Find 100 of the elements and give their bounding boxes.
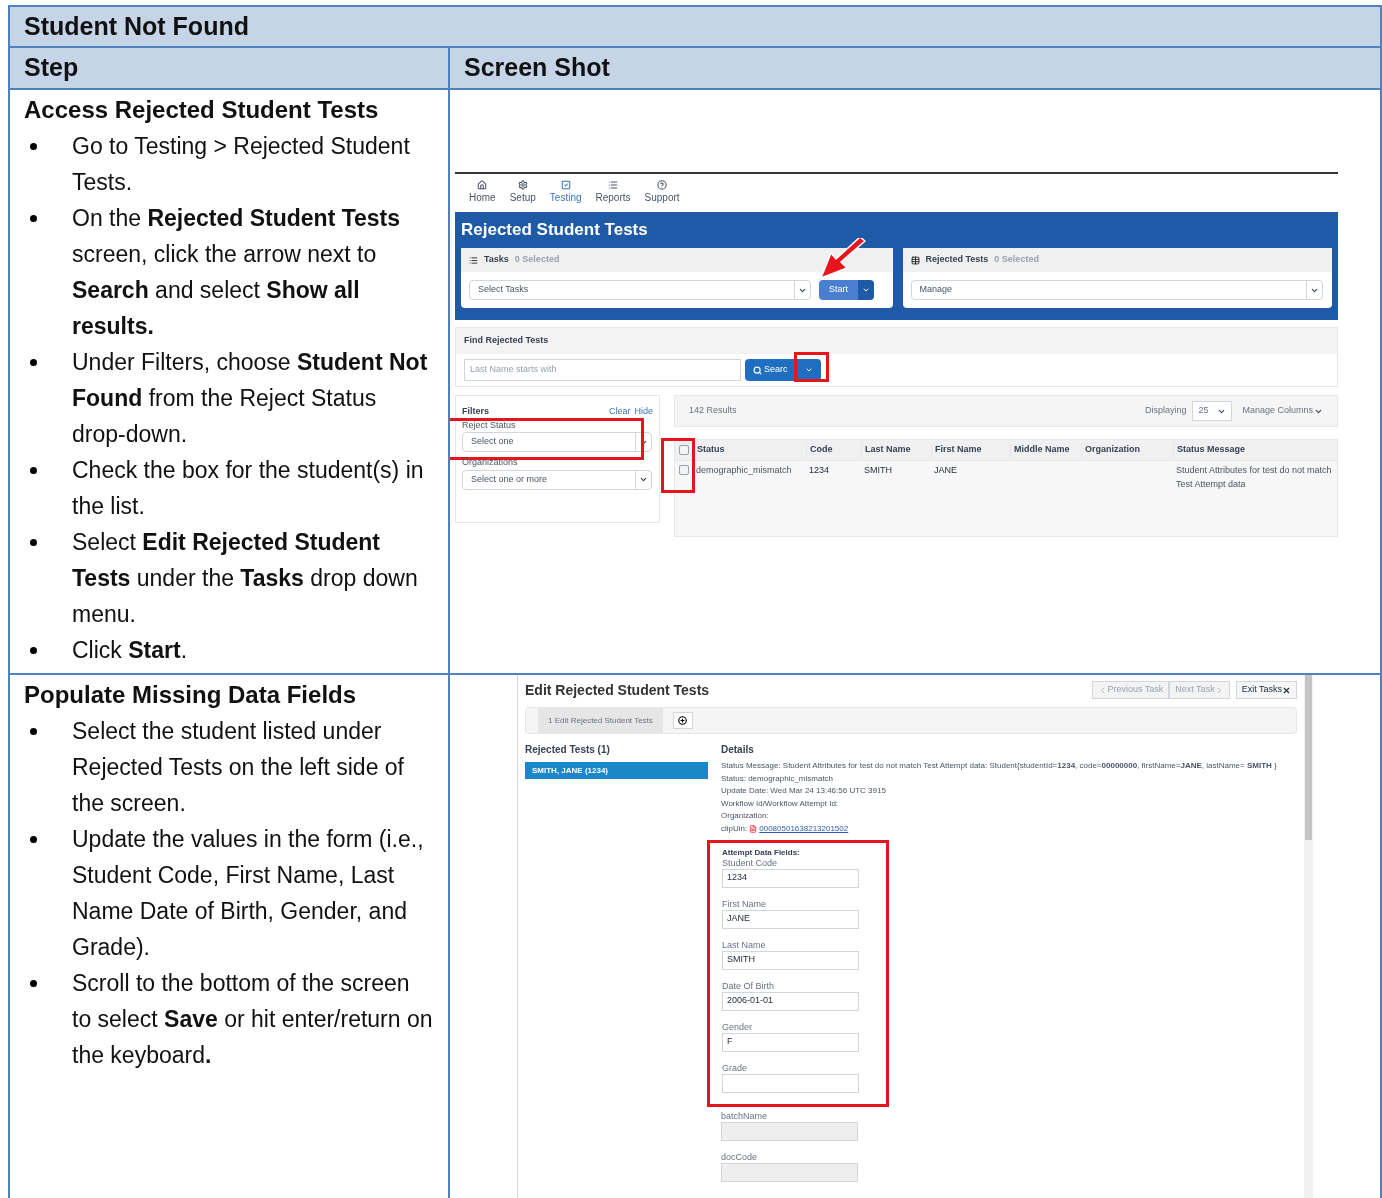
link[interactable]: Hide [634,405,653,419]
step-heading: Access Rejected Student Tests [24,95,380,125]
table-cell-text: SMITH [863,464,893,477]
field-label: docCode [721,1151,759,1163]
checkbox-icon [560,179,571,190]
selected-count: 0 Selected [994,253,1039,267]
search-button[interactable]: Searc [745,359,797,381]
home-icon [477,179,488,190]
caret-icon [862,286,870,294]
bullet-icon [30,467,37,474]
plus-icon [678,716,688,725]
bullet-icon [30,728,37,735]
checkbox[interactable] [679,465,689,475]
bullet-icon [30,143,37,150]
page-size-select[interactable]: 25 [1192,401,1233,421]
field-label: Date Of Birth [722,980,776,992]
details-title: Details [721,743,755,757]
step-text: On the Rejected Student Tests screen, click the arrow next to Search and select Show all results. [72,204,402,341]
bullet-icon [30,359,37,366]
start-button[interactable]: Start [819,280,858,300]
nav-tab[interactable]: Reports [595,179,631,205]
field-label: Last Name [722,939,767,951]
nav-tab[interactable]: Setup [509,179,536,205]
table-cell-text: JANE [933,464,958,477]
select-field[interactable]: Select one [462,432,652,452]
step-heading: Populate Missing Data Fields [24,680,358,710]
nav-tab[interactable]: Home [469,179,496,205]
help-icon [657,179,668,190]
column-header: First Name [931,443,1010,457]
detail-line: Organization: [721,810,770,822]
bullet-icon [30,836,37,843]
step-text: Select the student listed under Rejected Tests on the left side of the screen. [72,717,405,818]
page-title: Rejected Student Tests [461,219,649,241]
column-header: Organization [1081,443,1173,457]
input-field[interactable] [722,1073,859,1093]
column-header: Step [24,52,79,84]
close-icon [1282,685,1291,695]
input-field[interactable]: F [722,1032,859,1052]
panel-title: Tasks [484,253,509,267]
highlight-box [661,438,695,493]
input-field[interactable]: 2006-01-01 [722,991,859,1011]
list-icon [608,179,618,190]
field-label: Gender [722,1021,754,1033]
list-item[interactable]: SMITH, JANE (1234) [525,762,708,779]
field-label: Organizations [462,456,519,469]
link[interactable]: Clear [608,405,631,419]
gear-icon [517,179,528,190]
tab[interactable]: 1 Edit Rejected Student Tests [538,708,663,733]
bullet-icon [30,539,37,546]
input-field[interactable]: JANE [722,909,859,929]
step-text: Click Start. [72,636,188,665]
select-field[interactable]: Select Tasks [469,280,811,300]
column-header: Status Message [1173,443,1337,457]
field-label: First Name [722,898,767,910]
checkbox[interactable] [679,445,689,455]
column-header: Status [693,443,806,457]
table-cell-text: demographic_mismatch [695,464,793,477]
table-cell-text: Student Attributes for test do not match Test Attempt data [1175,464,1333,491]
displaying-label: Displaying [1144,404,1187,418]
step-text: Scroll to the bottom of the screen to select Save or hit enter/return on the keyboard. [72,969,434,1070]
caret-icon [639,475,648,484]
column-header: Last Name [861,443,931,457]
exit-button[interactable]: Exit Tasks [1235,681,1297,699]
nav-tab[interactable]: Testing [549,179,582,205]
step-text: Go to Testing > Rejected Student Tests. [72,132,411,197]
field-label: batchName [721,1110,769,1122]
bullet-icon [30,215,37,222]
filters-title: Filters [462,405,489,418]
step-text: Select Edit Rejected Student Tests under the Tasks drop down menu. [72,528,419,629]
table-cell-text: 1234 [808,464,831,477]
caret-icon [805,366,813,374]
add-tab-button[interactable] [672,712,693,729]
step-text: Under Filters, choose Student Not Found from the Reject Status drop-down. [72,348,429,449]
manage-columns-button[interactable]: Manage Columns [1242,404,1323,418]
selected-count: 0 Selected [514,253,560,267]
field-label: Student Code [722,857,779,869]
select-field[interactable]: Manage [910,280,1323,300]
input-field[interactable]: 1234 [722,868,859,888]
clip-link[interactable]: 00080501638213201502 [759,822,849,835]
bullet-icon [30,980,37,987]
detail-line: Update Date: Wed Mar 24 13:46:56 UTC 3915 [721,785,887,797]
list-title: Rejected Tests (1) [525,743,611,757]
detail-line: Workflow Id/Workflow Attempt Id: [721,797,840,810]
step-text: Update the values in the form (i.e., Student Code, First Name, Last Name Date of Birth, Gender, and Grade). [72,825,425,962]
panel-title: Rejected Tests [925,253,989,267]
select-field[interactable]: Select one or more [462,469,652,490]
column-header: Code [806,443,861,457]
field-label: Reject Status [462,418,517,432]
field-label: Grade [722,1062,748,1074]
table-icon [910,255,920,265]
highlight-box [794,352,829,382]
input-field[interactable]: SMITH [722,950,859,970]
list-icon [469,255,478,265]
detail-label: clipUin: [721,822,748,835]
panel-title: Find Rejected Tests [464,334,549,348]
dropdown-button[interactable] [858,280,874,300]
column-header: Middle Name [1010,443,1081,457]
nav-tab[interactable]: Support [644,179,680,205]
document-icon [749,824,758,833]
step-text: Check the box for the student(s) in the list. [72,456,425,521]
